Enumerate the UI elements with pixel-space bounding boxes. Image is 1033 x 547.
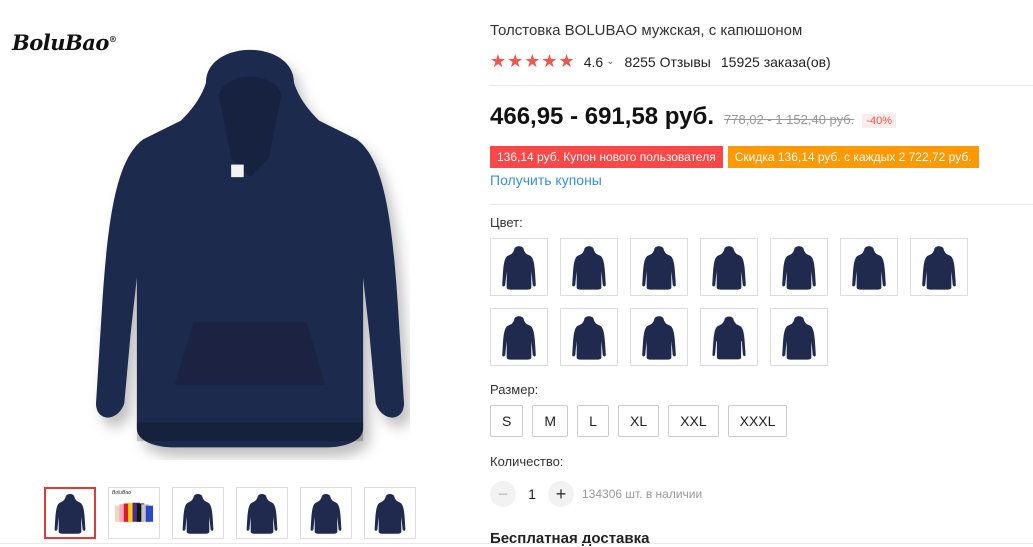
color-swatch-3[interactable] bbox=[630, 238, 688, 296]
color-swatch-9[interactable] bbox=[560, 308, 618, 366]
thumbnail-brand-label: BoluBao bbox=[112, 490, 131, 496]
size-option-xxxl[interactable]: XXXL bbox=[727, 405, 788, 437]
new-user-coupon[interactable]: 136,14 руб. Купон нового пользователя bbox=[490, 146, 723, 168]
product-title: Толстовка BOLUBAO мужская, с капюшоном bbox=[490, 22, 803, 39]
thumbnail-3[interactable] bbox=[172, 487, 224, 539]
size-option-xxl[interactable]: XXL bbox=[668, 405, 719, 437]
minus-button[interactable]: − bbox=[490, 481, 516, 507]
rating-value[interactable]: 4.6 bbox=[584, 54, 603, 70]
hoodie-icon bbox=[502, 316, 536, 360]
hoodie-icon bbox=[782, 246, 816, 290]
color-swatch-6[interactable] bbox=[840, 238, 898, 296]
color-swatch-8[interactable] bbox=[490, 308, 548, 366]
hoodie-icon bbox=[310, 493, 342, 534]
hoodie-icon bbox=[642, 246, 676, 290]
hoodie-icon bbox=[572, 316, 606, 360]
plus-button[interactable]: + bbox=[548, 481, 574, 507]
discount-badge: -40% bbox=[862, 114, 897, 128]
hoodie-icon bbox=[182, 493, 214, 534]
color-swatch-4[interactable] bbox=[700, 238, 758, 296]
hoodie-icon bbox=[782, 316, 816, 360]
hoodie-icon bbox=[374, 493, 406, 534]
thumbnail-strip: BoluBao bbox=[44, 487, 416, 539]
hoodie-icon bbox=[712, 246, 746, 290]
get-coupons-link[interactable]: Получить купоны bbox=[490, 172, 602, 188]
size-option-l[interactable]: L bbox=[577, 405, 610, 437]
color-swatch-7[interactable] bbox=[910, 238, 968, 296]
hoodie-icon bbox=[642, 316, 676, 360]
thumbnail-2[interactable]: BoluBao bbox=[108, 487, 160, 539]
size-label: Размер: bbox=[490, 382, 539, 397]
price-row: 466,95 - 691,58 руб. 778,02 - 1 152,40 р… bbox=[490, 103, 897, 131]
color-swatches bbox=[490, 238, 990, 366]
divider bbox=[490, 204, 1033, 205]
thumbnail-4[interactable] bbox=[236, 487, 288, 539]
chevron-down-icon[interactable]: ⌄ bbox=[606, 56, 614, 67]
reviews-link[interactable]: 8255 Отзывы bbox=[625, 54, 711, 70]
size-option-s[interactable]: S bbox=[490, 405, 524, 437]
size-option-xl[interactable]: XL bbox=[618, 405, 660, 437]
quantity-input[interactable] bbox=[516, 485, 548, 503]
price: 466,95 - 691,58 руб. bbox=[490, 103, 714, 130]
color-swatch-2[interactable] bbox=[560, 238, 618, 296]
size-option-m[interactable]: M bbox=[532, 405, 569, 437]
thumbnail-6[interactable] bbox=[364, 487, 416, 539]
coupons: 136,14 руб. Купон нового пользователя Ск… bbox=[490, 146, 979, 168]
hoodie-icon bbox=[711, 315, 747, 360]
product-gallery: BoluBao® BoluBao bbox=[0, 0, 470, 546]
rating-row: ★★★★★ 4.6 ⌄ 8255 Отзывы 15925 заказа(ов) bbox=[490, 51, 831, 72]
hoodie-icon bbox=[852, 246, 886, 290]
color-label: Цвет: bbox=[490, 215, 523, 230]
thumbnail-1[interactable] bbox=[44, 487, 96, 539]
hoodie-collection-icon bbox=[114, 502, 154, 522]
divider bbox=[490, 85, 1033, 86]
hoodie-icon bbox=[54, 493, 86, 534]
color-swatch-5[interactable] bbox=[770, 238, 828, 296]
thumbnail-5[interactable] bbox=[300, 487, 352, 539]
divider bbox=[0, 543, 1033, 544]
stock-info: 134306 шт. в наличии bbox=[582, 487, 703, 501]
quantity-label: Количество: bbox=[490, 454, 564, 469]
hoodie-icon bbox=[246, 493, 278, 534]
shipping-info: Бесплатная доставка bbox=[490, 530, 650, 547]
rating-stars: ★★★★★ bbox=[490, 51, 576, 71]
hoodie-icon bbox=[572, 246, 606, 290]
color-swatch-10[interactable] bbox=[630, 308, 688, 366]
quantity-stepper: − + 134306 шт. в наличии bbox=[490, 481, 702, 507]
orders-count: 15925 заказа(ов) bbox=[720, 53, 831, 70]
size-options: S M L XL XXL XXXL bbox=[490, 405, 788, 437]
store-discount-coupon[interactable]: Скидка 136,14 руб. с каждых 2 722,72 руб… bbox=[727, 146, 979, 168]
hoodie-icon bbox=[922, 246, 956, 290]
old-price: 778,02 - 1 152,40 руб. bbox=[724, 112, 855, 127]
hoodie-image[interactable] bbox=[90, 20, 410, 460]
color-swatch-12[interactable] bbox=[770, 308, 828, 366]
hoodie-icon bbox=[502, 246, 536, 290]
color-swatch-11[interactable] bbox=[700, 308, 758, 366]
color-swatch-1[interactable] bbox=[490, 238, 548, 296]
